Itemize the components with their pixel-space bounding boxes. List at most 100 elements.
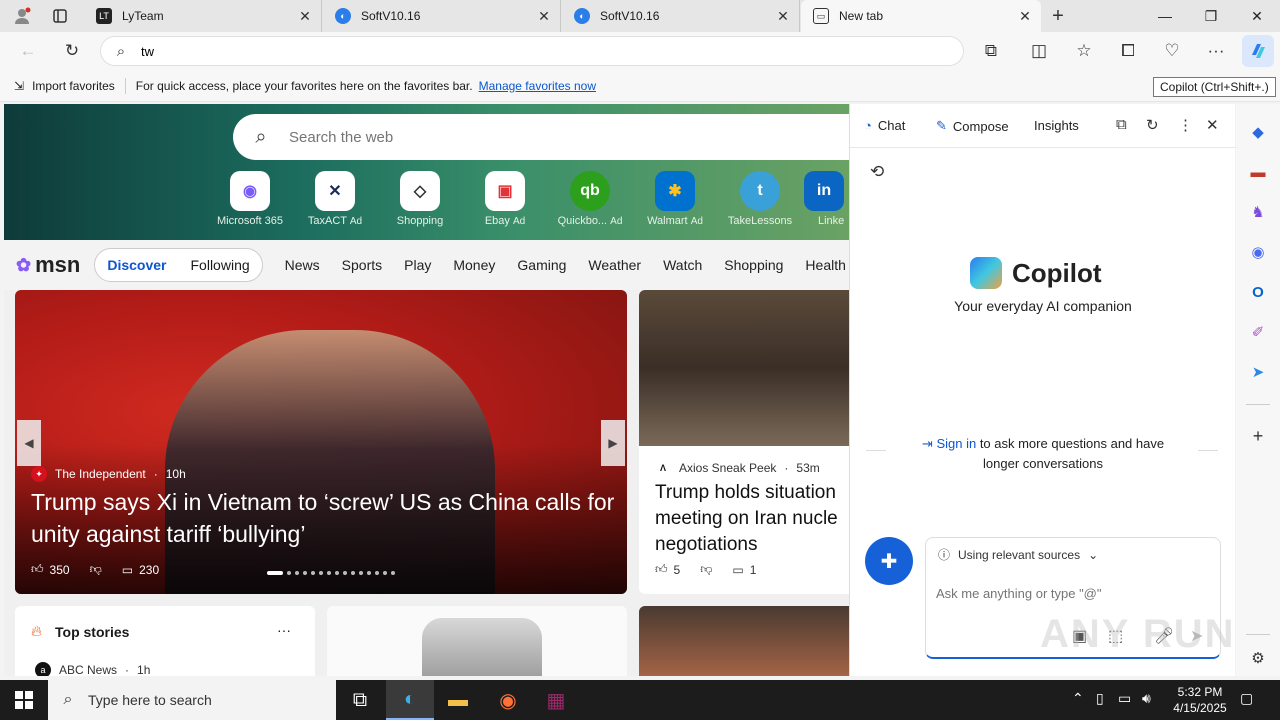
carousel-dot[interactable]: [267, 571, 283, 575]
manage-favorites-link[interactable]: Manage favorites now: [479, 79, 596, 93]
quick-link-taxact[interactable]: ✕ TaxACT Ad: [293, 171, 377, 227]
volume-icon[interactable]: 🔊︎: [1142, 690, 1151, 707]
file-explorer-icon[interactable]: ▬: [434, 680, 482, 720]
like-icon[interactable]: 👍︎: [31, 562, 44, 577]
nav-health[interactable]: Health: [805, 257, 845, 273]
nav-sports[interactable]: Sports: [342, 257, 382, 273]
sources-dropdown[interactable]: ⓘ Using relevant sources ⌄: [938, 546, 1098, 563]
carousel-dot[interactable]: [343, 571, 347, 575]
carousel-prev-button[interactable]: ◀: [17, 420, 41, 466]
address-input[interactable]: [141, 43, 921, 59]
tab-insights[interactable]: Insights: [1034, 118, 1079, 133]
open-in-new-icon[interactable]: ⧉: [1116, 116, 1127, 133]
tab-following[interactable]: Following: [191, 257, 250, 273]
signin-link[interactable]: Sign in: [936, 436, 976, 451]
new-chat-button[interactable]: ✚: [865, 537, 913, 585]
history-icon[interactable]: ⟲: [870, 162, 884, 182]
nav-weather[interactable]: Weather: [588, 257, 641, 273]
profile-icon[interactable]: [6, 0, 38, 32]
nav-watch[interactable]: Watch: [663, 257, 702, 273]
nav-news[interactable]: News: [285, 257, 320, 273]
browser-essentials-icon[interactable]: ♡: [1156, 35, 1188, 67]
close-tab-icon[interactable]: ✕: [1015, 8, 1035, 25]
games-chess-icon[interactable]: ♞: [1248, 202, 1268, 222]
product-card[interactable]: [327, 606, 627, 676]
quick-link-ebay[interactable]: ▣ Ebay Ad: [463, 171, 547, 227]
import-favorites[interactable]: ⇲ Import favorites: [14, 79, 115, 93]
start-button[interactable]: [0, 680, 48, 720]
firefox-icon[interactable]: ◉: [484, 680, 532, 720]
minimize-button[interactable]: —: [1142, 0, 1188, 32]
more-options-icon[interactable]: ⋮: [1178, 116, 1193, 134]
tab-chat[interactable]: ◔ Chat: [864, 118, 905, 133]
clock[interactable]: 5:32 PM 4/15/2025: [1160, 684, 1240, 716]
story-source[interactable]: a ABC News · 1h: [35, 662, 150, 676]
dislike-icon[interactable]: 👎︎: [700, 562, 712, 577]
copilot-input[interactable]: [936, 586, 1206, 601]
refresh-icon[interactable]: ↻: [1146, 116, 1159, 134]
carousel-next-button[interactable]: ▶: [601, 420, 625, 466]
nav-gaming[interactable]: Gaming: [517, 257, 566, 273]
favorites-icon[interactable]: ☆: [1068, 35, 1100, 67]
task-view-icon[interactable]: ⧉: [336, 680, 384, 720]
carousel-dot[interactable]: [287, 571, 291, 575]
tab-softv-1[interactable]: ◐ SoftV10.16 ✕: [323, 0, 561, 32]
side-story-card[interactable]: Λ Axios Sneak Peek · 53m Trump holds sit…: [639, 290, 849, 594]
carousel-dot[interactable]: [391, 571, 395, 575]
carousel-dot[interactable]: [367, 571, 371, 575]
carousel-dot[interactable]: [359, 571, 363, 575]
msn-logo[interactable]: ✿ msn: [16, 252, 80, 278]
quick-link-microsoft365[interactable]: ◉ Microsoft 365: [208, 171, 292, 227]
nav-shopping[interactable]: Shopping: [724, 257, 783, 273]
main-story-title[interactable]: Trump says Xi in Vietnam to ‘screw’ US a…: [31, 486, 621, 550]
carousel-dot[interactable]: [303, 571, 307, 575]
tab-softv-2[interactable]: ◐ SoftV10.16 ✕: [562, 0, 800, 32]
more-options-icon[interactable]: ···: [277, 622, 291, 638]
web-search-input[interactable]: [289, 128, 809, 146]
carousel-dot[interactable]: [295, 571, 299, 575]
dislike-icon[interactable]: 👎︎: [90, 562, 102, 577]
refresh-icon[interactable]: ↻: [56, 35, 88, 67]
nav-money[interactable]: Money: [453, 257, 495, 273]
device-icon[interactable]: ▯: [1096, 690, 1104, 707]
split-screen-icon[interactable]: ◫: [1023, 35, 1055, 67]
taskbar-search[interactable]: ⌕ Type here to search: [48, 680, 336, 720]
network-icon[interactable]: ▭: [1118, 690, 1131, 707]
carousel-dot[interactable]: [327, 571, 331, 575]
close-window-button[interactable]: ✕: [1234, 0, 1280, 32]
tab-lyteam[interactable]: LT LyTeam ✕: [84, 0, 322, 32]
tools-briefcase-icon[interactable]: ▬: [1248, 162, 1268, 182]
new-tab-plus-icon[interactable]: +: [1042, 0, 1074, 32]
like-icon[interactable]: 👍︎: [655, 562, 668, 577]
quick-link-takelessons[interactable]: t TakeLessons: [718, 171, 802, 227]
main-story-card[interactable]: ◀ ▶ ✦ The Independent · 10h Trump says X…: [15, 290, 627, 594]
add-icon[interactable]: +: [1248, 426, 1268, 446]
tab-new-tab[interactable]: ▭ New tab ✕: [801, 0, 1041, 32]
sidebar-settings-icon[interactable]: ⚙: [1248, 648, 1268, 668]
chevron-up-icon[interactable]: ⌃: [1072, 690, 1084, 707]
web-search-box[interactable]: ⌕: [233, 114, 849, 160]
notifications-icon[interactable]: ▢: [1240, 690, 1253, 707]
tab-discover[interactable]: Discover: [107, 257, 166, 273]
carousel-dot[interactable]: [319, 571, 323, 575]
side-story-title[interactable]: Trump holds situation meeting on Iran nu…: [655, 480, 849, 558]
outlook-icon[interactable]: O: [1248, 282, 1268, 302]
tab-actions-icon[interactable]: [44, 0, 76, 32]
comment-icon[interactable]: ▭: [732, 563, 743, 577]
microsoft365-icon[interactable]: ◉: [1248, 242, 1268, 262]
comment-icon[interactable]: ▭: [122, 563, 133, 577]
close-tab-icon[interactable]: ✕: [773, 8, 793, 25]
quick-link-quickbooks[interactable]: qb Quickbo... Ad: [548, 171, 632, 227]
settings-more-icon[interactable]: ···: [1200, 35, 1232, 67]
designer-icon[interactable]: ✐: [1248, 322, 1268, 342]
copilot-icon[interactable]: [1242, 35, 1274, 67]
carousel-dot[interactable]: [335, 571, 339, 575]
restore-button[interactable]: ❐: [1188, 0, 1234, 32]
edge-taskbar-icon[interactable]: ◐: [386, 680, 434, 720]
close-tab-icon[interactable]: ✕: [295, 8, 315, 25]
quick-link-walmart[interactable]: ✱ Walmart Ad: [633, 171, 717, 227]
collections-icon[interactable]: ⧠: [1112, 35, 1144, 67]
close-icon[interactable]: ✕: [1206, 116, 1219, 134]
quick-link-linkedin[interactable]: in Linke: [798, 171, 849, 227]
shopping-tag-icon[interactable]: ◆: [1248, 122, 1268, 142]
